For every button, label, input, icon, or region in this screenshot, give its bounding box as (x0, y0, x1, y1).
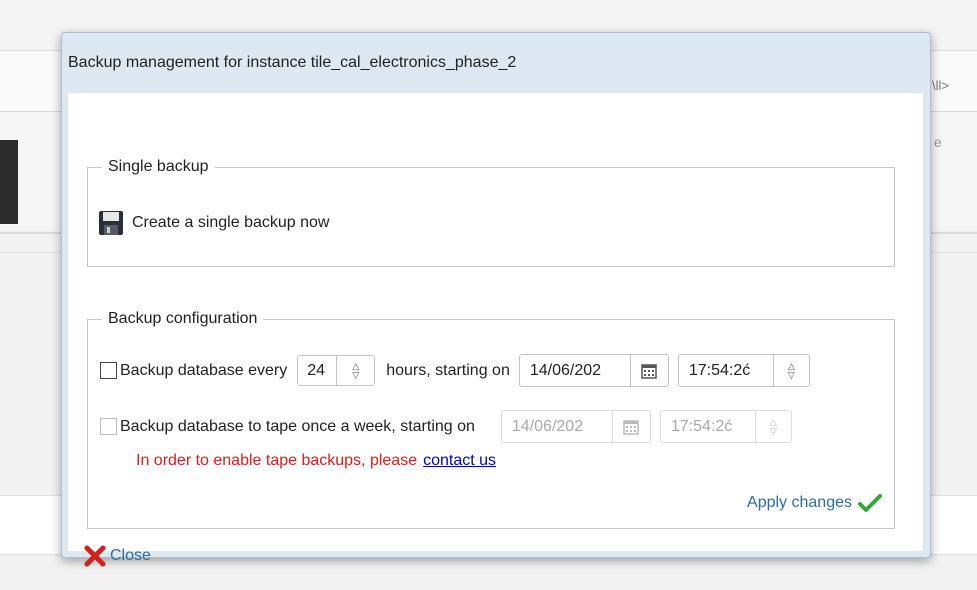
apply-changes-label: Apply changes (747, 494, 852, 511)
tape-date-picker[interactable] (500, 410, 651, 443)
background-dark-block (0, 140, 18, 224)
close-icon (84, 545, 106, 567)
tape-time-stepper[interactable]: △ ▽ (754, 411, 791, 442)
single-backup-legend: Single backup (102, 158, 215, 176)
background-text: e (934, 134, 942, 150)
tape-warning: In order to enable tape backups, please c… (136, 452, 496, 470)
dialog-title: Backup management for instance tile_cal_… (68, 54, 517, 71)
create-backup-button[interactable]: Create a single backup now (98, 210, 329, 236)
backup-management-dialog: Backup management for instance tile_cal_… (61, 32, 931, 567)
hours-input[interactable] (298, 356, 337, 385)
periodic-date-input[interactable] (519, 355, 630, 386)
periodic-backup-row: Backup database every △ ▽ hours, startin… (100, 354, 810, 387)
hours-stepper-arrows[interactable]: △ ▽ (336, 356, 374, 385)
tape-backup-row: Backup database to tape once a week, sta… (100, 410, 792, 443)
create-backup-label: Create a single backup now (132, 214, 330, 231)
calendar-icon[interactable] (611, 411, 650, 442)
periodic-time-input[interactable] (678, 355, 773, 386)
tape-backup-label: Backup database to tape once a week, sta… (120, 417, 475, 435)
floppy-disk-icon (99, 211, 123, 235)
chevron-down-icon[interactable]: ▽ (352, 370, 359, 380)
hours-stepper[interactable]: △ ▽ (297, 355, 376, 386)
chevron-down-icon[interactable]: ▽ (788, 370, 795, 380)
periodic-backup-checkbox[interactable] (100, 362, 117, 379)
apply-changes-button[interactable]: Apply changes (747, 493, 882, 513)
tape-date-input[interactable] (501, 411, 612, 442)
contact-us-link[interactable]: contact us (423, 452, 496, 469)
backup-configuration-legend: Backup configuration (102, 310, 264, 328)
tape-time-input[interactable] (660, 411, 755, 442)
close-button[interactable]: Close (84, 545, 151, 567)
hours-suffix-label: hours, starting on (386, 361, 510, 379)
periodic-time-picker[interactable]: △ ▽ (677, 354, 810, 387)
tape-warning-text: In order to enable tape backups, please (136, 452, 418, 469)
chevron-down-icon[interactable]: ▽ (770, 426, 777, 436)
dialog-body: Single backup Create a single backup now… (68, 93, 923, 567)
checkmark-icon (858, 494, 882, 512)
calendar-icon[interactable] (629, 355, 668, 386)
periodic-date-picker[interactable] (518, 354, 669, 387)
background-link[interactable]: \ll> (932, 78, 949, 93)
close-label: Close (110, 547, 151, 564)
periodic-time-stepper[interactable]: △ ▽ (772, 355, 809, 386)
periodic-backup-label: Backup database every (120, 361, 288, 379)
tape-time-picker[interactable]: △ ▽ (659, 410, 792, 443)
backup-configuration-group: Backup configuration Backup database eve… (87, 310, 895, 529)
single-backup-group: Single backup Create a single backup now (87, 158, 895, 267)
tape-backup-checkbox[interactable] (100, 418, 117, 435)
